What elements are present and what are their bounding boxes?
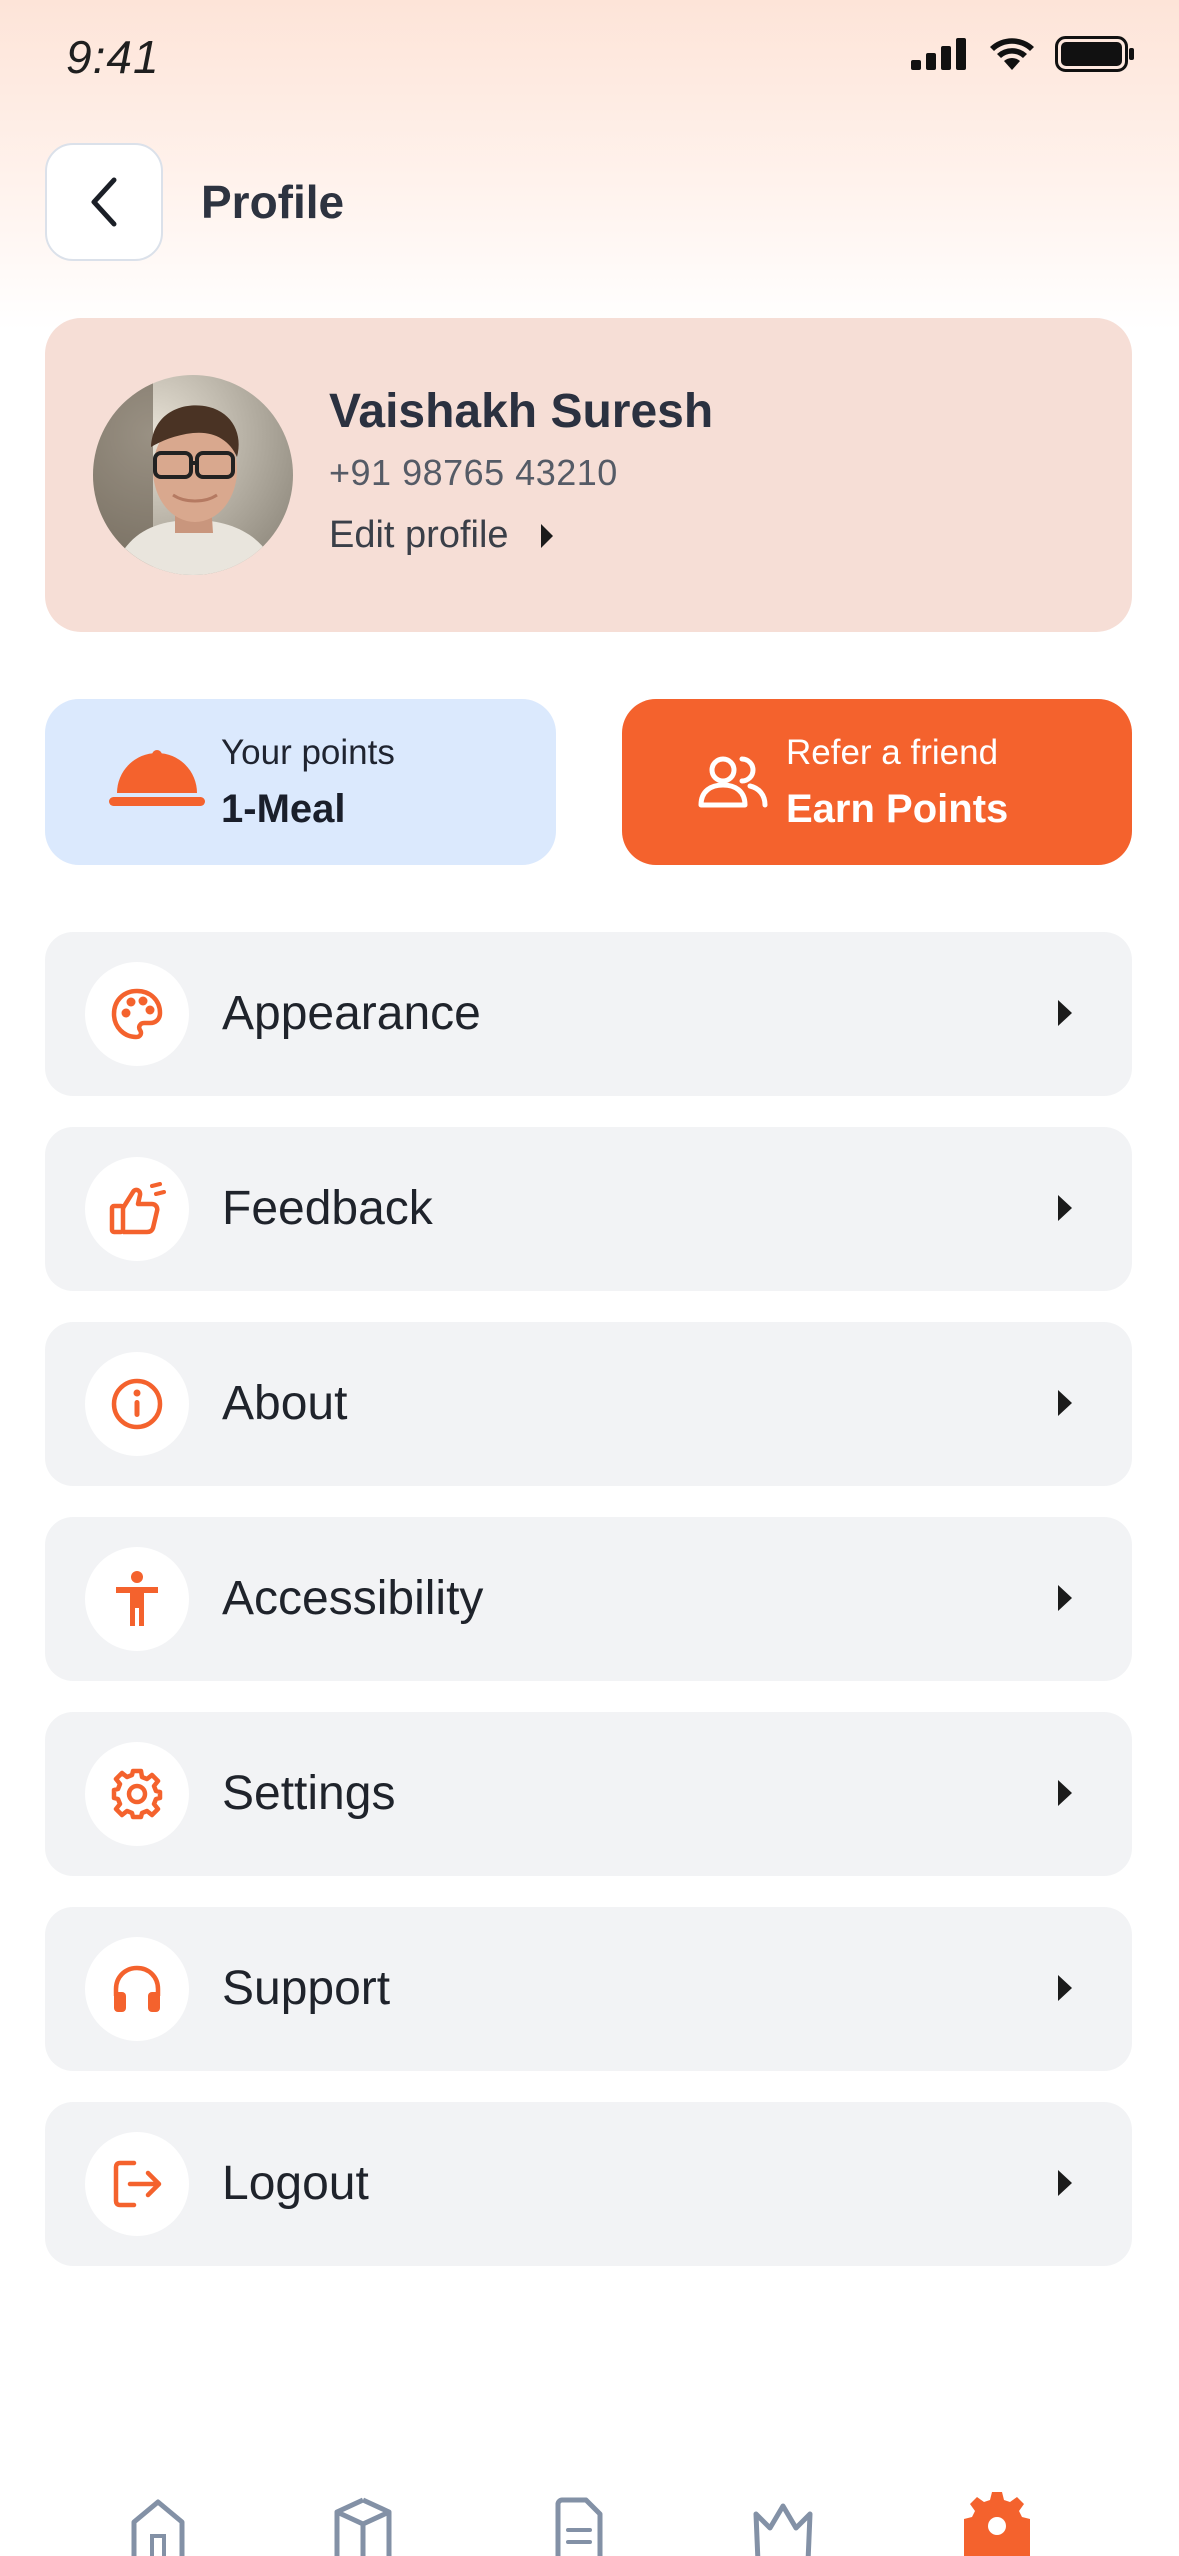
menu-label: Settings	[222, 1767, 396, 1820]
refer-value: Earn Points	[786, 787, 1009, 831]
box-icon[interactable]	[333, 2496, 393, 2556]
profile-screen: 9:41 Profile Vaishakh Suresh +91 98765 4…	[0, 0, 1179, 2556]
settings-icon[interactable]	[964, 2490, 1030, 2556]
menu-item-settings[interactable]: Settings	[45, 1712, 1132, 1876]
status-icons	[911, 36, 1135, 72]
menu-item-logout[interactable]: Logout	[45, 2102, 1132, 2266]
menu-label: About	[222, 1377, 348, 1430]
caret-right-icon	[540, 523, 553, 548]
menu-label: Accessibility	[222, 1572, 484, 1625]
header: Profile	[45, 142, 344, 262]
points-label: Your points	[221, 733, 395, 772]
gear-icon	[111, 1768, 163, 1820]
food-cloche-icon	[109, 750, 205, 806]
menu-item-support[interactable]: Support	[45, 1907, 1132, 2071]
home-icon[interactable]	[128, 2496, 188, 2556]
menu-item-about[interactable]: About	[45, 1322, 1132, 1486]
edit-profile-label: Edit profile	[329, 514, 509, 556]
menu-label: Support	[222, 1962, 391, 2015]
caret-right-icon	[1058, 1195, 1072, 1221]
profile-card: Vaishakh Suresh +91 98765 43210 Edit pro…	[45, 318, 1132, 632]
caret-right-icon	[1058, 1585, 1072, 1611]
caret-right-icon	[1058, 1000, 1072, 1026]
thumbs-up-icon	[109, 1182, 166, 1235]
refer-label: Refer a friend	[786, 733, 999, 772]
profile-name: Vaishakh Suresh	[329, 385, 714, 438]
edit-profile-link[interactable]: Edit profile	[329, 514, 555, 557]
palette-icon	[111, 988, 163, 1040]
info-icon	[111, 1378, 163, 1430]
page-title: Profile	[201, 176, 345, 228]
points-card[interactable]: Your points 1-Meal	[45, 699, 556, 865]
headphones-icon	[113, 1965, 161, 2012]
bottom-nav	[0, 2490, 1179, 2556]
back-button[interactable]	[45, 143, 163, 261]
crown-icon[interactable]	[752, 2496, 814, 2556]
document-icon[interactable]	[552, 2496, 606, 2556]
menu-item-accessibility[interactable]: Accessibility	[45, 1517, 1132, 1681]
battery-icon	[1055, 36, 1134, 72]
refer-friend-card[interactable]: Refer a friend Earn Points	[622, 699, 1132, 865]
caret-right-icon	[1058, 1975, 1072, 2001]
menu-label: Logout	[222, 2157, 369, 2210]
caret-right-icon	[1058, 1780, 1072, 1806]
cellular-signal-icon	[911, 38, 966, 70]
users-icon	[698, 756, 768, 808]
accessibility-icon	[116, 1571, 158, 1626]
menu-item-feedback[interactable]: Feedback	[45, 1127, 1132, 1291]
avatar-image	[93, 375, 293, 575]
chevron-left-icon	[91, 177, 117, 227]
wifi-icon	[990, 38, 1034, 70]
profile-phone: +91 98765 43210	[329, 452, 618, 493]
menu-item-appearance[interactable]: Appearance	[45, 932, 1132, 1096]
logout-icon	[113, 2160, 162, 2208]
menu-label: Feedback	[222, 1182, 433, 1235]
avatar	[93, 375, 293, 575]
menu-label: Appearance	[222, 987, 481, 1040]
status-bar: 9:41	[0, 0, 1179, 110]
points-value: 1-Meal	[221, 787, 346, 831]
status-time: 9:41	[66, 31, 160, 83]
caret-right-icon	[1058, 1390, 1072, 1416]
caret-right-icon	[1058, 2170, 1072, 2196]
